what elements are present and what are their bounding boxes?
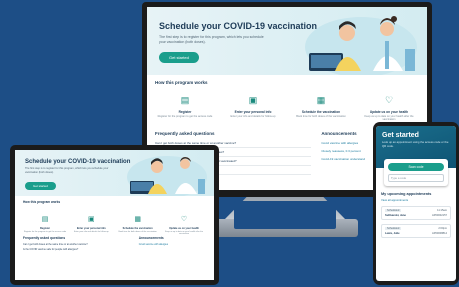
step-health-update: ♡ Update us on your health Keep us up to d… <box>364 95 414 122</box>
clipboard-icon: ▤ <box>180 95 190 105</box>
hero-subtitle: The first step is to register for this p… <box>159 35 264 44</box>
clipboard-icon: ▤ <box>41 216 49 223</box>
step-register: ▤ Register Register for the program to get… <box>157 95 213 118</box>
phone-screen: Get started Look up an appointment using… <box>376 126 456 281</box>
phone-title: Get started <box>382 132 419 139</box>
hero-subtitle: The first step is to register for this p… <box>25 167 109 174</box>
appointments-title: My upcoming appointments <box>381 192 432 196</box>
code-lookup-card: Scan code Type a code <box>384 159 448 186</box>
step-schedule: ▦ Schedule the vaccination Book time for b… <box>296 95 346 118</box>
appointment-time: 2:00pm <box>438 227 447 230</box>
faq-item[interactable]: Is the COVID vaccine safe for people wit… <box>23 247 131 252</box>
announcement-link[interactable]: Covid vaccine with allergies <box>139 242 206 247</box>
status-badge: Scheduled <box>385 227 402 230</box>
mobile-phone: Get started Look up an appointment using… <box>373 122 459 285</box>
hero-banner: Schedule your COVID-19 vaccination The f… <box>147 7 427 75</box>
appointment-time: 11:15am <box>437 209 447 212</box>
calendar-icon: ▦ <box>134 216 141 223</box>
announcements-section: Announcements Covid vaccine with allergi… <box>139 236 206 252</box>
vaccination-illustration <box>127 156 207 196</box>
heart-icon: ♡ <box>180 216 188 223</box>
vaccination-illustration <box>305 16 417 75</box>
faq-section: Frequently asked questions Can I get bot… <box>23 236 131 252</box>
tablet-screen: Schedule your COVID-19 vaccination The f… <box>15 150 214 280</box>
how-it-works-section: How this program works ▤ Register Register… <box>15 196 214 236</box>
step-personal-info: ▣ Enter your personal info Enter your info… <box>73 216 109 233</box>
tablet-device: Schedule your COVID-19 vaccination The f… <box>10 145 219 285</box>
step-health-update: ♡ Update us on your health Keep us up to d… <box>165 216 203 236</box>
announcements-title: Announcements <box>138 236 164 240</box>
faq-title: Frequently asked questions <box>155 131 215 136</box>
monitor-stand-opening <box>234 201 336 229</box>
heart-icon: ♡ <box>384 95 394 105</box>
status-badge: Scheduled <box>385 209 402 212</box>
step-personal-info: ▣ Enter your personal info Enter your info… <box>230 95 276 118</box>
hero-banner: Schedule your COVID-19 vaccination The f… <box>15 150 214 196</box>
id-card-icon: ▣ <box>248 95 258 105</box>
appointment-name: Lewis, Julie <box>385 232 400 235</box>
appointment-card[interactable]: Scheduled 2:00pm Lewis, Julie AP00008814 <box>381 224 451 238</box>
appointment-name: Sullivanski, Jane <box>385 214 406 217</box>
phone-subtitle: Look up an appointment using the access … <box>382 140 449 148</box>
step-register: ▤ Register Register for the program to get… <box>23 216 67 233</box>
view-all-link[interactable]: View all appointments <box>381 198 451 202</box>
get-started-button[interactable]: Get started <box>25 182 56 191</box>
how-it-works-title: How this program works <box>23 200 61 204</box>
appointment-code: AP00008814 <box>431 232 447 235</box>
step-schedule: ▦ Schedule the vaccination Book time for b… <box>118 216 157 233</box>
how-it-works-title: How this program works <box>155 80 208 85</box>
code-input[interactable]: Type a code <box>388 174 444 182</box>
calendar-icon: ▦ <box>316 95 326 105</box>
scan-code-button[interactable]: Scan code <box>388 163 444 171</box>
appointment-card[interactable]: Scheduled 11:15am Sullivanski, Jane AP0000… <box>381 206 451 220</box>
get-started-button[interactable]: Get started <box>159 51 199 63</box>
appointment-code: AP00002157 <box>431 214 447 217</box>
faq-title: Frequently asked questions <box>23 236 66 240</box>
appointments-list: My upcoming appointments View all appoin… <box>376 192 456 238</box>
id-card-icon: ▣ <box>88 216 95 223</box>
